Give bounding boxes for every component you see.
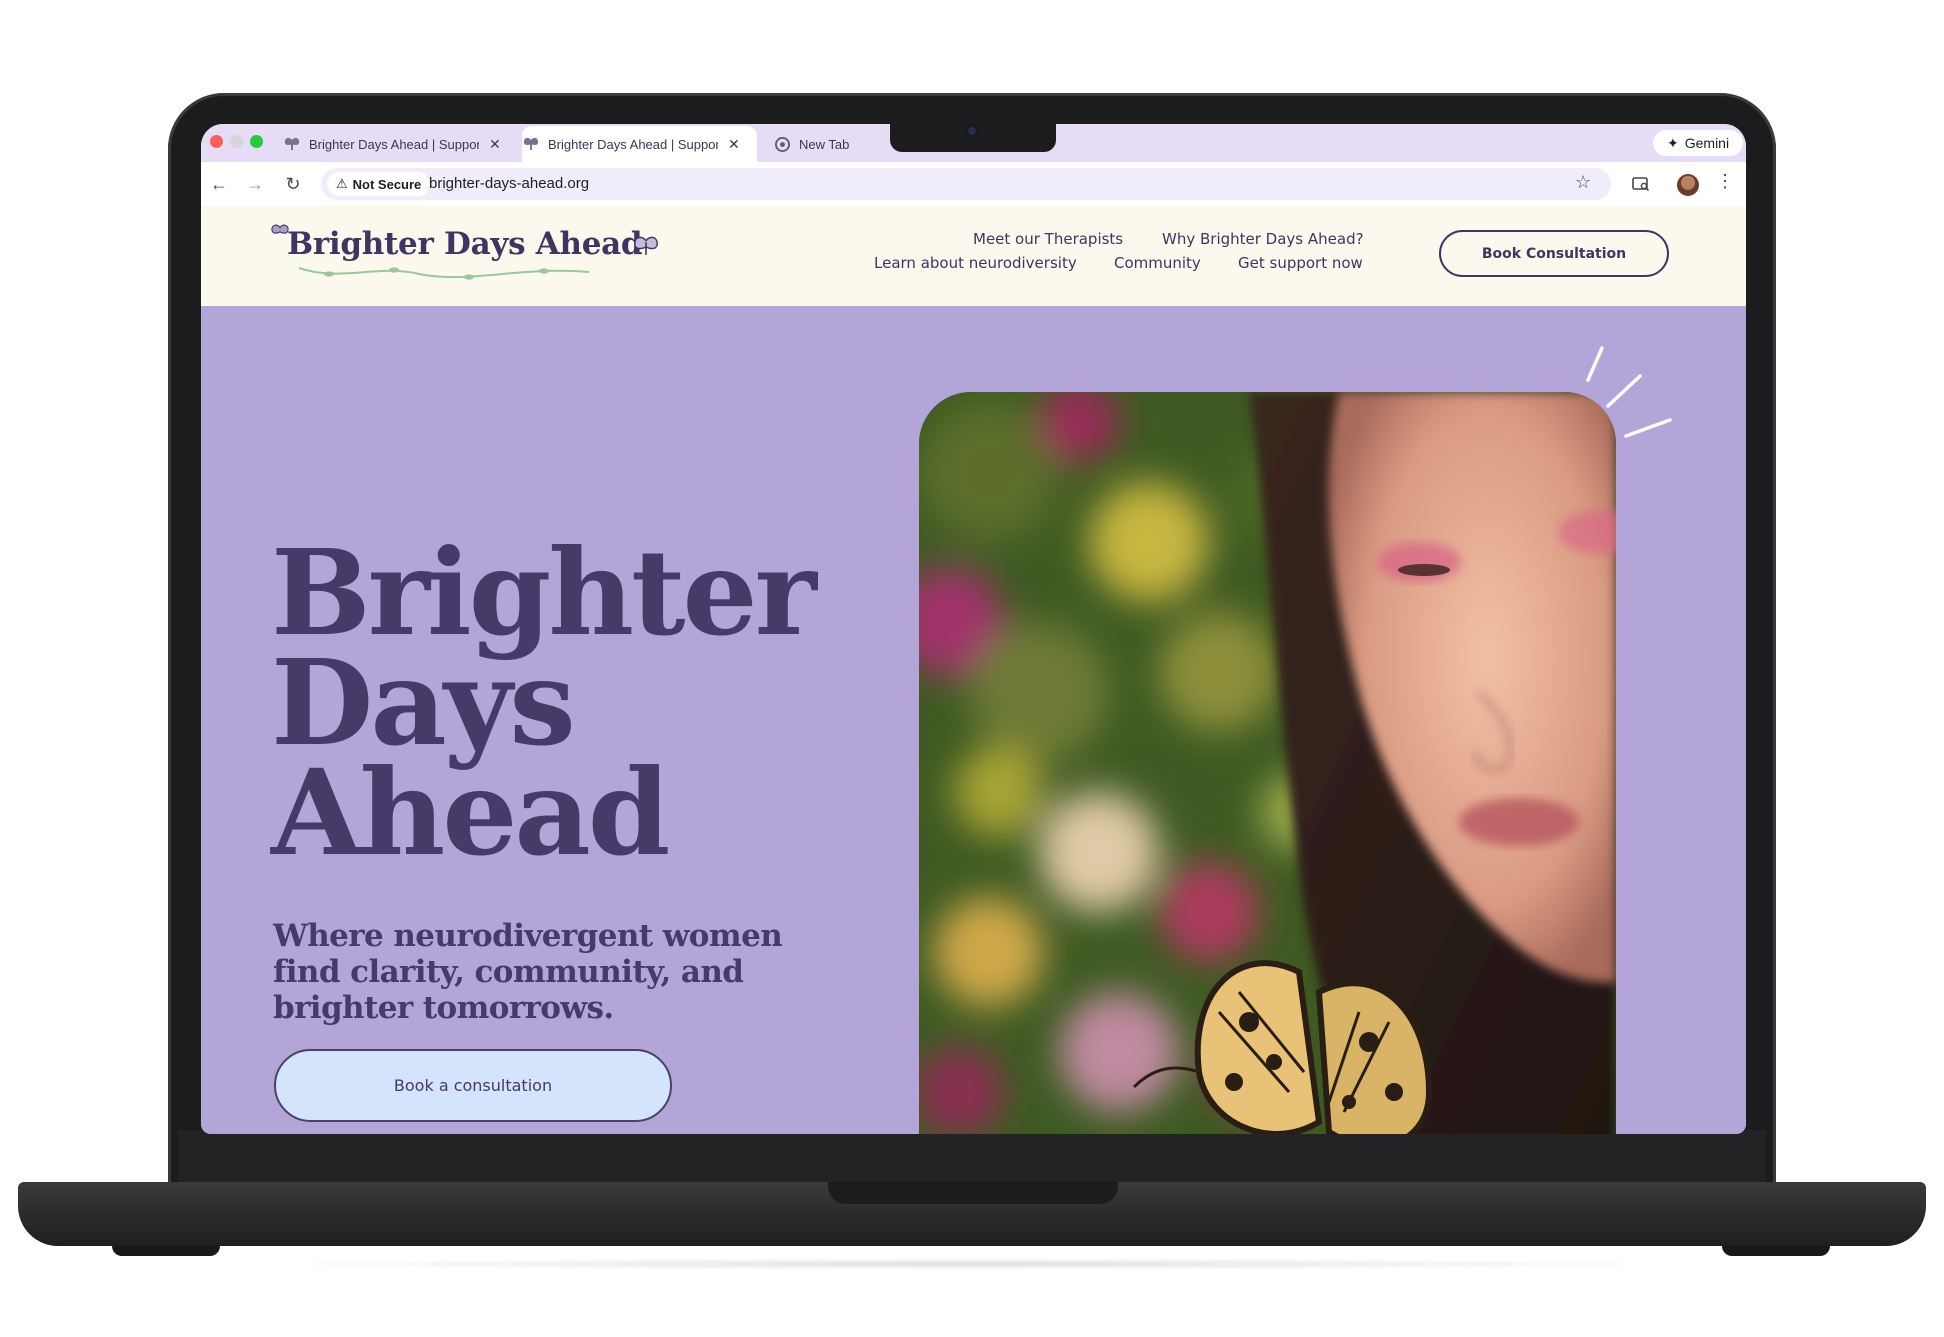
tab-title: Brighter Days Ahead | Suppor — [548, 136, 718, 152]
hero-section: Brighter Days Ahead Where neurodivergent… — [201, 306, 1746, 1134]
hero-title-line: Days — [271, 633, 576, 772]
butterfly-favicon-icon — [283, 136, 301, 152]
laptop-screen: Brighter Days Ahead | Suppor ✕ Brighter … — [201, 124, 1746, 1134]
tab-close-icon[interactable]: ✕ — [728, 136, 740, 153]
nav-community[interactable]: Community — [1114, 254, 1201, 272]
warning-triangle-icon: ⚠ — [336, 176, 348, 191]
tab-search-icon[interactable] — [1629, 172, 1653, 196]
book-a-consultation-button[interactable]: Book a consultation — [274, 1049, 672, 1122]
gemini-button[interactable]: ✦ Gemini — [1653, 130, 1744, 156]
url-text[interactable]: brighter-days-ahead.org — [429, 175, 589, 192]
laptop-foot-left — [112, 1246, 220, 1256]
bookmark-star-icon[interactable]: ☆ — [1575, 172, 1591, 193]
browser-tab[interactable]: Brighter Days Ahead | Suppor ✕ — [283, 126, 518, 162]
browser-tab-new[interactable]: New Tab — [773, 126, 873, 162]
window-minimize-button[interactable] — [230, 135, 243, 148]
laptop-base-notch — [828, 1182, 1118, 1204]
profile-avatar[interactable] — [1677, 174, 1699, 196]
site-logo[interactable]: Brighter Days Ahead — [287, 226, 643, 262]
chrome-favicon-icon — [773, 136, 791, 152]
nav-meet-therapists[interactable]: Meet our Therapists — [973, 230, 1123, 248]
tab-title: Brighter Days Ahead | Suppor — [309, 136, 479, 152]
browser-toolbar: ← → ↻ ⚠ Not Secure brighter-days-ahead.o… — [201, 162, 1746, 206]
back-arrow-icon[interactable]: ← — [207, 172, 231, 196]
security-label: Not Secure — [352, 176, 422, 192]
gemini-sparkle-icon: ✦ — [1667, 134, 1679, 151]
hero-title-line: Ahead — [271, 743, 670, 882]
gemini-label: Gemini — [1684, 135, 1730, 151]
tab-close-icon[interactable]: ✕ — [489, 136, 501, 153]
nav-learn-neurodiversity[interactable]: Learn about neurodiversity — [874, 254, 1077, 272]
tab-title: New Tab — [799, 136, 850, 152]
browser-tab-active[interactable]: Brighter Days Ahead | Suppor ✕ — [522, 126, 757, 162]
window-zoom-button[interactable] — [250, 135, 263, 148]
camera-icon — [965, 124, 979, 138]
hero-title-line: Brighter — [271, 523, 817, 662]
nav-why-brighter-days[interactable]: Why Brighter Days Ahead? — [1162, 230, 1364, 248]
security-chip[interactable]: ⚠ Not Secure — [327, 172, 431, 196]
butterfly-logo-icon — [633, 236, 659, 263]
logo-vine-decoration — [299, 267, 589, 280]
address-bar[interactable]: ⚠ Not Secure brighter-days-ahead.org ☆ — [321, 168, 1611, 200]
reload-icon[interactable]: ↻ — [281, 172, 305, 196]
nav-get-support[interactable]: Get support now — [1238, 254, 1363, 272]
forward-arrow-icon[interactable]: → — [243, 172, 267, 196]
book-consultation-button[interactable]: Book Consultation — [1439, 230, 1669, 277]
laptop-shadow — [240, 1258, 1700, 1270]
hero-photo-illustration — [919, 392, 1616, 1134]
more-menu-icon[interactable]: ⋮ — [1716, 171, 1734, 192]
laptop-bottom-bezel — [178, 1130, 1766, 1182]
butterfly-favicon-icon — [522, 136, 540, 152]
hero-title: Brighter Days Ahead — [271, 523, 817, 882]
site-header: Brighter Days Ahead Meet our Therapists … — [201, 206, 1746, 306]
hero-photo-woman-butterfly — [919, 392, 1616, 1134]
hero-subtitle: Where neurodivergent women find clarity,… — [273, 918, 783, 1026]
laptop-foot-right — [1722, 1246, 1830, 1256]
window-close-button[interactable] — [210, 135, 223, 148]
